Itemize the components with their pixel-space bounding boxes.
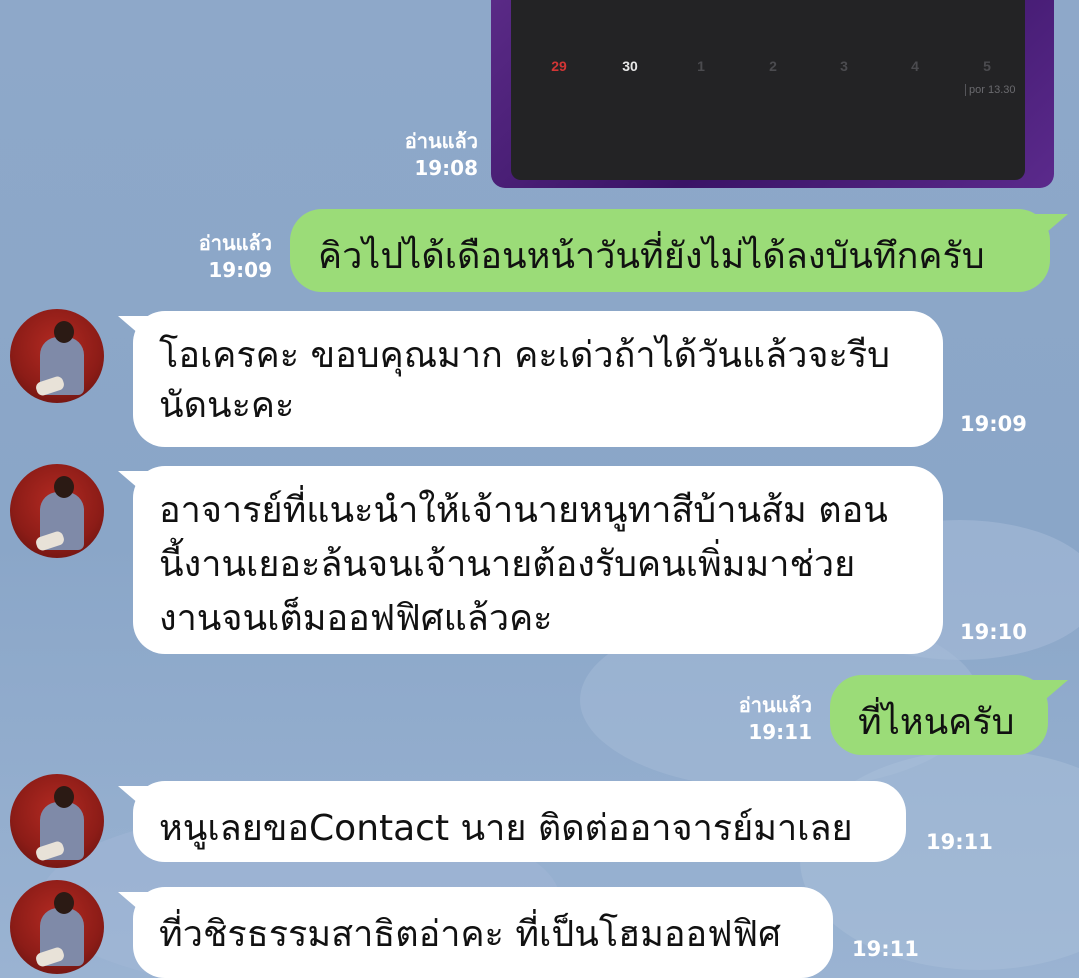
- calendar-day: 4: [911, 58, 919, 74]
- calendar-day: 5: [983, 58, 991, 74]
- message-time: 19:10: [960, 620, 1027, 644]
- calendar-day: 1: [697, 58, 705, 74]
- read-receipt: อ่านแล้ว: [404, 129, 478, 153]
- contact-avatar[interactable]: [10, 880, 104, 974]
- message-text: คิวไปได้เดือนหน้าวันที่ยังไม่ได้ลงบันทึก…: [318, 236, 985, 277]
- contact-avatar[interactable]: [10, 464, 104, 558]
- message-text: อาจารย์ที่แนะนำให้เจ้านายหนูทาสีบ้านส้ม …: [159, 490, 888, 639]
- message-text: โอเครคะ ขอบคุณมาก คะเด่วถ้าได้วันแล้วจะร…: [159, 335, 891, 426]
- calendar-screenshot: 29 30 1 2 3 4 5 por 13.30: [511, 0, 1025, 180]
- calendar-image-message[interactable]: 29 30 1 2 3 4 5 por 13.30: [491, 0, 1054, 188]
- message-text: ที่ไหนครับ: [858, 702, 1015, 743]
- incoming-message-bubble[interactable]: อาจารย์ที่แนะนำให้เจ้านายหนูทาสีบ้านส้ม …: [133, 466, 943, 654]
- calendar-day: 29: [551, 58, 567, 74]
- message-meta: อ่านแล้ว 19:09: [150, 230, 272, 284]
- message-meta: อ่านแล้ว 19:08: [360, 128, 478, 182]
- outgoing-message-bubble[interactable]: คิวไปได้เดือนหน้าวันที่ยังไม่ได้ลงบันทึก…: [290, 209, 1050, 292]
- incoming-message-bubble[interactable]: โอเครคะ ขอบคุณมาก คะเด่วถ้าได้วันแล้วจะร…: [133, 311, 943, 447]
- read-receipt: อ่านแล้ว: [198, 231, 272, 255]
- message-meta: อ่านแล้ว 19:11: [690, 692, 812, 746]
- calendar-day: 30: [622, 58, 638, 74]
- incoming-message-bubble[interactable]: หนูเลยขอContact นาย ติดต่ออาจารย์มาเลย: [133, 781, 906, 862]
- calendar-day: 2: [769, 58, 777, 74]
- bubble-tail: [1030, 214, 1068, 238]
- message-text: ที่วชิรธรรมสาธิตอ่าคะ ที่เป็นโฮมออฟฟิศ: [159, 914, 781, 955]
- calendar-days-row: 29 30 1 2 3 4 5: [511, 58, 1025, 78]
- message-time: 19:11: [748, 720, 812, 744]
- message-time: 19:08: [414, 156, 478, 180]
- bubble-tail: [1030, 680, 1068, 704]
- contact-avatar[interactable]: [10, 309, 104, 403]
- incoming-message-bubble[interactable]: ที่วชิรธรรมสาธิตอ่าคะ ที่เป็นโฮมออฟฟิศ: [133, 887, 833, 978]
- message-time: 19:11: [852, 937, 919, 961]
- message-time: 19:09: [208, 258, 272, 282]
- message-time: 19:09: [960, 412, 1027, 436]
- calendar-event-note: por 13.30: [965, 84, 1015, 96]
- calendar-day: 3: [840, 58, 848, 74]
- contact-avatar[interactable]: [10, 774, 104, 868]
- outgoing-message-bubble[interactable]: ที่ไหนครับ: [830, 675, 1048, 755]
- message-text: หนูเลยขอContact นาย ติดต่ออาจารย์มาเลย: [159, 808, 853, 849]
- read-receipt: อ่านแล้ว: [738, 693, 812, 717]
- message-time: 19:11: [926, 830, 993, 854]
